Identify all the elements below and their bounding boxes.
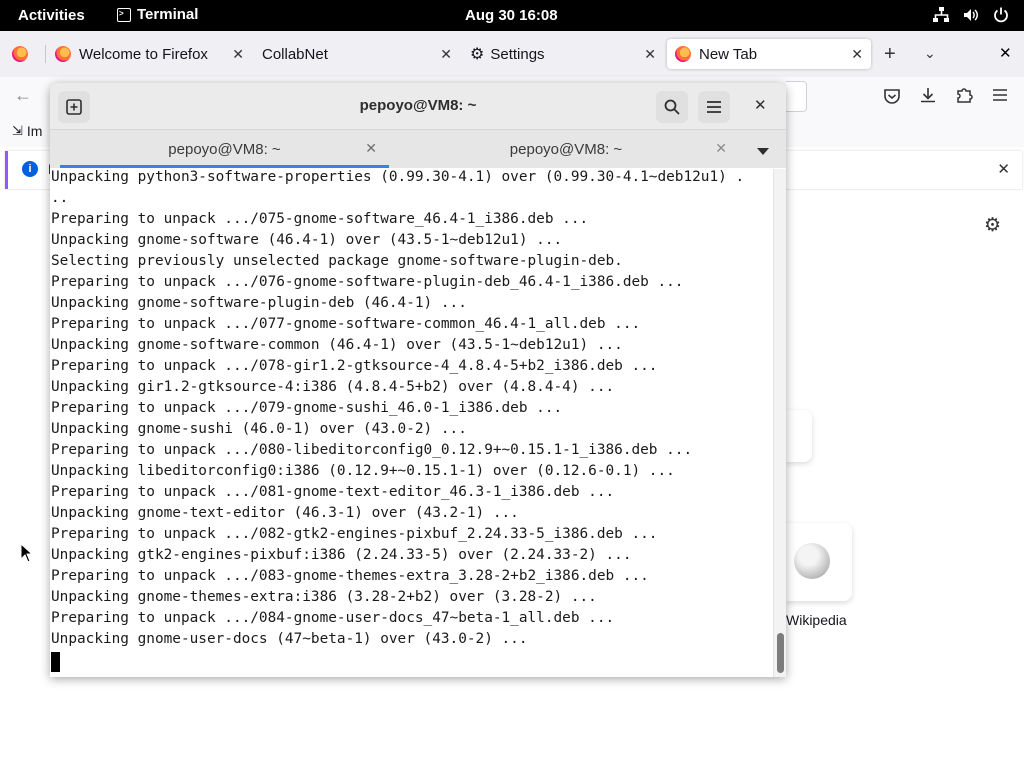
terminal-line: Selecting previously unselected package … [51, 253, 623, 269]
close-icon[interactable]: ✕ [997, 160, 1010, 178]
close-window-icon[interactable]: ✕ [999, 44, 1012, 62]
terminal-line: Unpacking python3-software-properties (0… [51, 169, 745, 185]
terminal-line: Preparing to unpack .../084-gnome-user-d… [51, 610, 615, 626]
close-icon[interactable]: ✕ [715, 140, 727, 157]
extensions-puzzle-icon[interactable] [955, 86, 973, 108]
gnome-top-bar: Activities > Terminal Aug 30 16:08 [0, 0, 1024, 31]
close-icon[interactable]: ✕ [851, 46, 863, 63]
tab-label: Welcome to Firefox [79, 45, 208, 63]
terminal-line: Unpacking gnome-sushi (46.0-1) over (43.… [51, 421, 467, 437]
download-icon[interactable] [919, 86, 937, 108]
terminal-line: Unpacking gnome-software-plugin-deb (46.… [51, 295, 467, 311]
firefox-icon [675, 46, 691, 62]
terminal-line: Preparing to unpack .../077-gnome-softwa… [51, 316, 641, 332]
firefox-view-icon[interactable] [12, 46, 28, 62]
terminal-line: Unpacking libeditorconfig0:i386 (0.12.9+… [51, 463, 675, 479]
terminal-line: Preparing to unpack .../082-gtk2-engines… [51, 526, 658, 542]
tab-welcome[interactable]: Welcome to Firefox ✕ [48, 39, 252, 69]
shortcut-tile-wikipedia[interactable] [786, 523, 852, 601]
activities-button[interactable]: Activities [18, 7, 85, 24]
terminal-icon: > [117, 7, 131, 22]
import-bookmarks-button[interactable]: ⇲ Im [12, 123, 42, 139]
import-icon: ⇲ [12, 123, 23, 138]
power-icon[interactable] [992, 6, 1010, 24]
volume-icon[interactable] [962, 6, 980, 24]
terminal-line: Unpacking gnome-text-editor (46.3-1) ove… [51, 505, 519, 521]
terminal-line: Preparing to unpack .../079-gnome-sushi_… [51, 400, 563, 416]
wikipedia-globe-icon [794, 543, 830, 579]
close-icon[interactable]: ✕ [440, 46, 452, 63]
tab-label: New Tab [699, 45, 758, 63]
shortcut-tile[interactable] [786, 410, 812, 462]
system-tray[interactable] [932, 6, 1010, 24]
terminal-line: Preparing to unpack .../081-gnome-text-e… [51, 484, 615, 500]
terminal-tab-label: pepoyo@VM8: ~ [168, 140, 281, 158]
terminal-line: Preparing to unpack .../080-libeditorcon… [51, 442, 693, 458]
search-button[interactable] [656, 91, 688, 123]
close-icon[interactable]: ✕ [232, 46, 244, 63]
terminal-line: Preparing to unpack .../075-gnome-softwa… [51, 211, 589, 227]
url-bar-edge[interactable] [786, 81, 807, 112]
gear-icon: ⚙ [470, 46, 485, 63]
terminal-line: Unpacking gnome-software (46.4-1) over (… [51, 232, 563, 248]
terminal-tab-1[interactable]: pepoyo@VM8: ~ ✕ [58, 130, 391, 168]
terminal-output[interactable]: Unpacking python3-software-properties (0… [50, 169, 772, 677]
terminal-line: .. [51, 190, 69, 206]
terminal-line: Unpacking gnome-software-common (46.4-1)… [51, 337, 623, 353]
terminal-line: Preparing to unpack .../076-gnome-softwa… [51, 274, 684, 290]
mouse-pointer-icon [20, 542, 34, 567]
pocket-icon[interactable] [883, 87, 901, 109]
app-menu-label: Terminal [137, 6, 199, 23]
back-arrow-icon[interactable]: ← [14, 85, 32, 106]
import-label: Im [26, 123, 43, 139]
terminal-line: Unpacking gtk2-engines-pixbuf:i386 (2.24… [51, 547, 632, 563]
terminal-line: Preparing to unpack .../078-gir1.2-gtkso… [51, 358, 658, 374]
close-icon[interactable]: ✕ [365, 140, 377, 157]
tab-separator [45, 45, 46, 63]
list-tabs-chevron-icon[interactable]: ⌄ [924, 45, 936, 62]
terminal-line: Preparing to unpack .../083-gnome-themes… [51, 568, 649, 584]
terminal-cursor [51, 652, 60, 672]
tab-collabnet[interactable]: CollabNet ✕ [256, 39, 460, 69]
terminal-window[interactable]: pepoyo@VM8: ~ ✕ pepoyo@VM8: ~ ✕ pepoyo@V… [50, 83, 786, 677]
hamburger-menu-icon[interactable] [991, 87, 1009, 107]
clock[interactable]: Aug 30 16:08 [465, 7, 558, 24]
firefox-tab-strip: Welcome to Firefox ✕ CollabNet ✕ ⚙ Setti… [0, 31, 1024, 78]
terminal-line: Unpacking gnome-themes-extra:i386 (3.28-… [51, 589, 597, 605]
shortcut-label[interactable]: Wikipedia [786, 612, 847, 628]
tab-label: Settings [490, 45, 545, 63]
new-tab-plus-icon[interactable]: + [884, 43, 896, 66]
hamburger-icon [707, 101, 721, 113]
gear-icon[interactable]: ⚙ [984, 214, 1001, 237]
info-icon: i [22, 161, 38, 177]
terminal-tab-bar: pepoyo@VM8: ~ ✕ pepoyo@VM8: ~ ✕ [50, 130, 786, 168]
network-icon[interactable] [932, 6, 950, 24]
tab-list-chevron-icon[interactable] [756, 143, 770, 160]
terminal-tab-label: pepoyo@VM8: ~ [509, 140, 623, 158]
app-menu[interactable]: > Terminal [117, 6, 198, 23]
close-icon[interactable]: ✕ [754, 96, 767, 114]
close-icon[interactable]: ✕ [644, 46, 656, 63]
search-icon [664, 99, 680, 115]
terminal-line: Unpacking gnome-user-docs (47~beta-1) ov… [51, 631, 528, 647]
firefox-icon [55, 46, 71, 62]
tab-new-tab[interactable]: New Tab ✕ [667, 39, 871, 69]
terminal-line: Unpacking gir1.2-gtksource-4:i386 (4.8.4… [51, 379, 615, 395]
terminal-header-bar[interactable]: pepoyo@VM8: ~ ✕ [50, 83, 786, 130]
menu-button[interactable] [698, 91, 730, 123]
terminal-tab-2[interactable]: pepoyo@VM8: ~ ✕ [391, 130, 741, 168]
tab-settings[interactable]: ⚙ Settings ✕ [464, 39, 664, 69]
tab-label: CollabNet [262, 45, 328, 63]
scrollbar-thumb[interactable] [777, 633, 784, 673]
scrollbar[interactable] [773, 169, 786, 677]
